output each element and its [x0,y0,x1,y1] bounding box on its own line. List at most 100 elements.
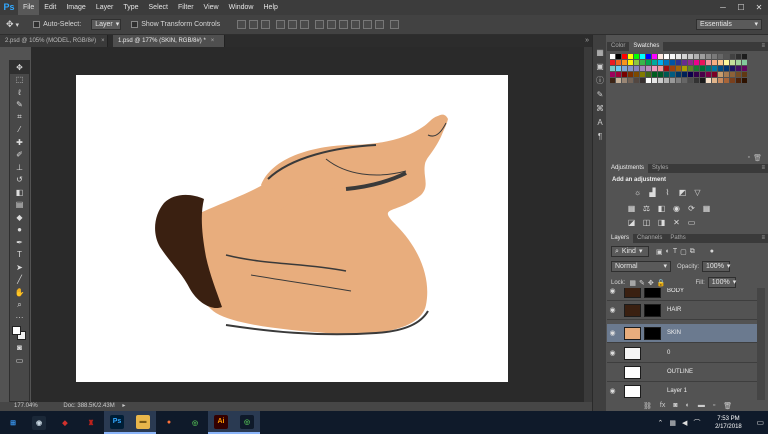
blur-tool-icon[interactable]: ◆ [10,211,29,224]
filter-shape-icon[interactable]: ▢ [680,248,687,256]
layer-row[interactable]: ◉ HAIR [607,301,757,320]
swatch[interactable] [664,66,669,71]
swatch[interactable] [640,60,645,65]
tab-channels[interactable]: Channels [633,234,666,243]
swatch[interactable] [646,78,651,83]
swatch[interactable] [742,66,747,71]
channel-mixer-icon[interactable]: ⟳ [685,203,698,214]
show-transform-checkbox[interactable] [131,21,139,28]
align-top-icon[interactable] [237,20,247,29]
swatch[interactable] [616,72,621,77]
eye-icon[interactable]: ◉ [607,349,618,357]
swatch[interactable] [730,78,735,83]
auto-select-dropdown[interactable]: Layer ▾ [91,19,122,30]
vibrance-icon[interactable]: ▽ [691,187,704,198]
brush-settings-icon[interactable]: ⌘ [593,101,607,115]
swatch[interactable] [724,60,729,65]
tab-color[interactable]: Color [607,42,629,51]
panel-menu-icon[interactable]: ≡ [761,234,765,243]
swatch[interactable] [718,72,723,77]
taskbar-file-explorer[interactable]: ▬ [130,411,156,434]
close-icon[interactable]: × [211,38,215,44]
swatch[interactable] [652,54,657,59]
lasso-tool-icon[interactable]: ℓ [10,86,29,99]
swatch[interactable] [610,54,615,59]
taskbar-chrome[interactable]: ◎ [182,411,208,434]
swatch[interactable] [646,66,651,71]
info-icon[interactable]: ⓘ [593,73,607,87]
swatch[interactable] [688,66,693,71]
swatch[interactable] [664,72,669,77]
distribute-center-icon[interactable] [363,20,373,29]
close-icon[interactable]: ✕ [750,0,768,15]
swatch[interactable] [742,60,747,65]
history-icon[interactable]: ▦ [593,45,607,59]
path-selection-tool-icon[interactable]: ➤ [10,261,29,274]
properties-icon[interactable]: ▣ [593,59,607,73]
new-layer-icon[interactable]: ▫ [713,402,715,410]
fill-input[interactable]: 100% ▾ [707,277,736,288]
layer-mask-thumbnail[interactable] [644,288,661,298]
swatch[interactable] [688,78,693,83]
lock-position-icon[interactable]: ✥ [648,279,654,287]
swatch[interactable] [694,72,699,77]
layer-mask-thumbnail[interactable] [644,303,661,317]
blend-mode-dropdown[interactable]: Normal ▾ [611,261,671,272]
filter-pixel-icon[interactable]: ▣ [656,248,663,256]
auto-align-icon[interactable] [390,20,400,29]
brightness-icon[interactable]: ☼ [631,187,644,198]
swatch[interactable] [646,54,651,59]
swatch[interactable] [694,60,699,65]
swatch[interactable] [670,54,675,59]
layers-scrollbar[interactable] [757,288,765,400]
tab-overflow-icon[interactable]: » [585,35,589,47]
eraser-tool-icon[interactable]: ◧ [10,186,29,199]
align-middle-icon[interactable] [249,20,259,29]
curves-icon[interactable]: ⌇ [661,187,674,198]
swatch[interactable] [622,60,627,65]
levels-icon[interactable]: ▟ [646,187,659,198]
menu-window[interactable]: Window [224,0,259,15]
swatch[interactable] [670,72,675,77]
swatch[interactable] [712,72,717,77]
swatch[interactable] [634,54,639,59]
distribute-middle-icon[interactable] [327,20,337,29]
swatch[interactable] [664,78,669,83]
brush-presets-icon[interactable]: ✎ [593,87,607,101]
trash-icon[interactable]: 🗑 [723,402,732,410]
swatch[interactable] [628,72,633,77]
layer-row[interactable]: ◉ BODY [607,288,757,301]
layer-row[interactable]: ◉ Layer 1 [607,382,757,400]
panel-menu-icon[interactable]: ≡ [761,164,765,173]
swatch[interactable] [634,66,639,71]
eye-icon[interactable]: ◉ [607,306,618,314]
type-tool-icon[interactable]: T [10,249,29,262]
swatch[interactable] [736,60,741,65]
dodge-tool-icon[interactable]: ● [10,224,29,237]
menu-view[interactable]: View [199,0,224,15]
tray-chevron-icon[interactable]: ⌃ [658,419,664,427]
layer-filter-dropdown[interactable]: ⌕ Kind ▾ [611,246,649,257]
tab-adjustments[interactable]: Adjustments [607,164,649,173]
screen-mode-icon[interactable]: ▭ [10,354,29,367]
swatch[interactable] [616,54,621,59]
filter-smart-icon[interactable]: ⧉ [690,248,695,256]
taskbar-app-ninja[interactable]: ♜ [78,411,104,434]
swatch[interactable] [640,66,645,71]
swatch[interactable] [652,60,657,65]
invert-icon[interactable]: ◪ [625,217,638,228]
swatch[interactable] [676,60,681,65]
swatch[interactable] [634,72,639,77]
swatch[interactable] [682,60,687,65]
swatch[interactable] [610,66,615,71]
menu-filter[interactable]: Filter [173,0,199,15]
swatch[interactable] [688,54,693,59]
swatch[interactable] [622,72,627,77]
wifi-icon[interactable]: ⌒ [693,418,700,428]
swatch[interactable] [646,72,651,77]
swatch[interactable] [658,78,663,83]
zoom-readout[interactable]: 177.04% [14,403,38,409]
swatch[interactable] [706,72,711,77]
swatch[interactable] [676,78,681,83]
layer-row[interactable]: ◉ SKIN [607,324,757,343]
